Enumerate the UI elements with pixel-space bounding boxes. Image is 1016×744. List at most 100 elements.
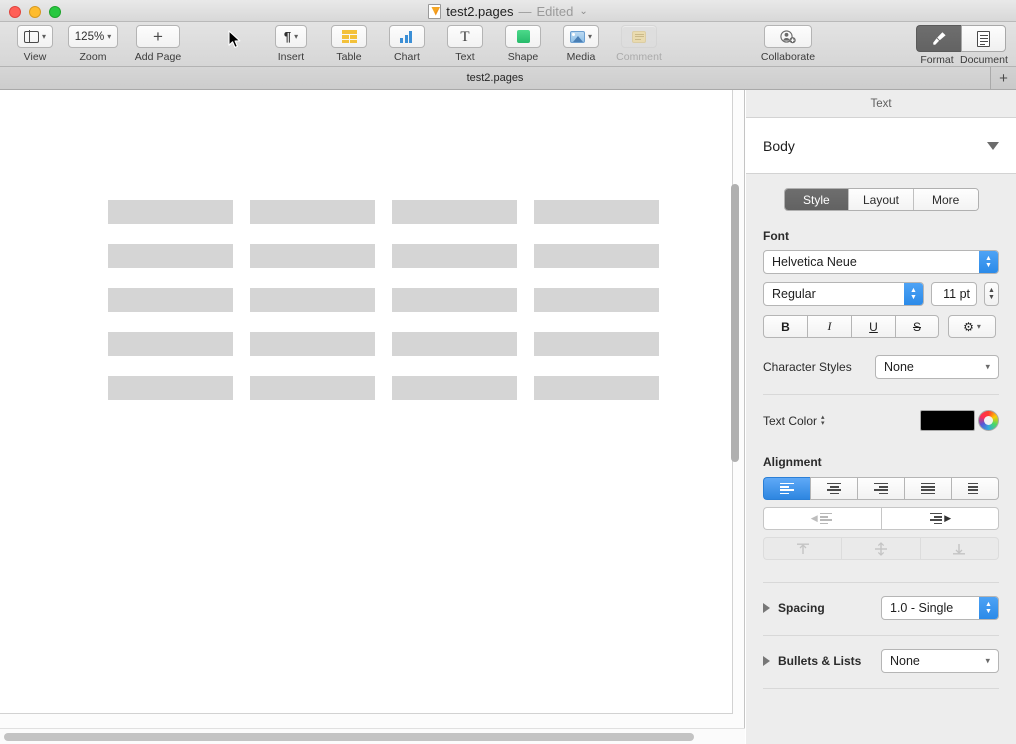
divider	[763, 394, 999, 395]
italic-button[interactable]: I	[807, 315, 851, 338]
placeholder-block	[392, 288, 517, 312]
font-family-select[interactable]: Helvetica Neue ▲ ▼	[763, 250, 999, 274]
placeholder-block	[108, 376, 233, 400]
placeholder-block	[534, 376, 659, 400]
toolbar-text-label: Text	[455, 51, 475, 63]
document-tab[interactable]: test2.pages	[0, 67, 991, 89]
alignment-section-title: Alignment	[763, 455, 822, 469]
paragraph-style-name: Body	[763, 137, 795, 154]
align-center-button[interactable]	[810, 477, 857, 500]
color-wheel-icon[interactable]	[978, 410, 999, 431]
disclosure-triangle-icon[interactable]	[763, 656, 770, 666]
spacing-section: Spacing 1.0 - Single ▲ ▼	[746, 596, 1016, 620]
sidebar-view-icon	[23, 30, 39, 43]
vertical-alignment-group	[763, 537, 999, 560]
text-color-swatch[interactable]	[920, 410, 975, 431]
align-justify-button[interactable]	[904, 477, 951, 500]
character-styles-select[interactable]: None ▾	[875, 355, 999, 379]
increase-indent-button[interactable]: ▶	[880, 507, 999, 530]
align-right-button[interactable]	[857, 477, 904, 500]
font-weight-size-row: Regular ▲ ▼ 11 pt ▲ ▼	[763, 282, 999, 306]
character-styles-value: None	[884, 360, 914, 374]
toolbar-insert-label: Insert	[277, 51, 305, 63]
font-family-value: Helvetica Neue	[772, 255, 857, 269]
toolbar-format-button[interactable]	[916, 25, 961, 52]
toolbar-media-button[interactable]: ▾ Media	[552, 25, 610, 63]
new-tab-button[interactable]: +	[991, 67, 1016, 89]
toolbar-view-button[interactable]: ▾ View	[6, 25, 64, 63]
font-size-stepper[interactable]: ▲ ▼	[984, 282, 999, 306]
toolbar-document-label: Document	[960, 54, 1008, 66]
underline-button[interactable]: U	[851, 315, 895, 338]
font-options-button[interactable]: ⚙ ▾	[948, 315, 996, 338]
disclosure-triangle-icon[interactable]	[763, 603, 770, 613]
placeholder-block	[392, 200, 517, 224]
align-left-icon	[780, 482, 794, 495]
tab-more[interactable]: More	[913, 189, 978, 210]
chevron-down-icon: ▾	[41, 31, 46, 41]
plus-icon: +	[153, 26, 163, 46]
placeholder-block	[534, 332, 659, 356]
collaborate-icon	[780, 29, 796, 44]
toolbar-left-group: ▾ View 125% ▾ Zoom + Add Page	[6, 25, 194, 63]
placeholder-block	[108, 200, 233, 224]
toolbar-table-button[interactable]: Table	[320, 25, 378, 63]
stepper-icon[interactable]: ▲ ▼	[979, 251, 998, 273]
table-icon	[341, 30, 357, 43]
alignment-section: Alignment ◀ ▶	[746, 455, 1016, 560]
document-canvas[interactable]	[0, 90, 745, 744]
placeholder-block	[250, 288, 375, 312]
placeholder-block	[392, 376, 517, 400]
toolbar-chart-button[interactable]: Chart	[378, 25, 436, 63]
toolbar-insert-button[interactable]: ¶ ▾ Insert	[262, 25, 320, 63]
toolbar-text-button[interactable]: T Text	[436, 25, 494, 63]
vertical-scrollbar[interactable]	[731, 184, 739, 462]
chevron-down-icon: ▾	[985, 361, 990, 372]
toolbar-shape-button[interactable]: Shape	[494, 25, 552, 63]
decrease-indent-button[interactable]: ◀	[763, 507, 881, 530]
text-direction-button[interactable]	[951, 477, 999, 500]
align-left-button[interactable]	[763, 477, 810, 500]
bullets-row[interactable]: Bullets & Lists None ▾	[763, 649, 999, 673]
spacing-select[interactable]: 1.0 - Single ▲ ▼	[881, 596, 999, 620]
toolbar-add-page-button[interactable]: + Add Page	[122, 25, 194, 63]
toolbar-zoom-label: Zoom	[79, 51, 107, 63]
spacing-row[interactable]: Spacing 1.0 - Single ▲ ▼	[763, 596, 999, 620]
chevron-down-icon: ▾	[294, 31, 299, 41]
strikethrough-button[interactable]: S	[895, 315, 939, 338]
document-icon	[977, 30, 990, 47]
chevron-down-icon: ▾	[976, 321, 981, 331]
bullets-select[interactable]: None ▾	[881, 649, 999, 673]
paragraph-style-selector[interactable]: Body	[746, 118, 1016, 174]
bold-button[interactable]: B	[763, 315, 807, 338]
toolbar-document-button[interactable]	[961, 25, 1006, 52]
toolbar-inspector-toggle-labels: Format Document	[914, 54, 1008, 66]
text-color-label-group[interactable]: Text Color ▴ ▾	[763, 414, 825, 428]
document-page[interactable]	[0, 90, 733, 714]
toolbar-collaborate-button[interactable]: Collaborate	[740, 25, 836, 63]
horizontal-scrollbar-track[interactable]	[0, 728, 745, 744]
bullets-value: None	[890, 654, 920, 668]
toolbar-zoom-button[interactable]: 125% ▾ Zoom	[64, 25, 122, 63]
tab-layout[interactable]: Layout	[849, 189, 914, 210]
chevron-down-icon: ▾	[107, 31, 112, 41]
align-justify-icon	[921, 482, 935, 495]
placeholder-block	[534, 244, 659, 268]
stepper-icon[interactable]: ▲ ▼	[904, 283, 923, 305]
main-toolbar: ▾ View 125% ▾ Zoom + Add Page ¶ ▾ Insert…	[0, 22, 1016, 67]
shape-icon	[516, 30, 530, 43]
placeholder-block	[250, 200, 375, 224]
triangle-left-icon: ◀	[810, 513, 818, 523]
align-top-button	[763, 537, 842, 560]
tab-style[interactable]: Style	[784, 189, 850, 210]
font-size-input[interactable]: 11 pt	[931, 282, 977, 306]
font-weight-select[interactable]: Regular ▲ ▼	[763, 282, 924, 306]
stepper-icon[interactable]: ▲ ▼	[979, 597, 998, 619]
horizontal-scrollbar[interactable]	[4, 733, 694, 741]
document-tab-bar: test2.pages +	[0, 67, 1016, 90]
placeholder-block	[250, 376, 375, 400]
bullets-section: Bullets & Lists None ▾	[746, 649, 1016, 673]
title-chevron-down-icon[interactable]: ⌄	[579, 6, 587, 17]
placeholder-block	[108, 332, 233, 356]
text-color-label: Text Color	[763, 413, 818, 428]
